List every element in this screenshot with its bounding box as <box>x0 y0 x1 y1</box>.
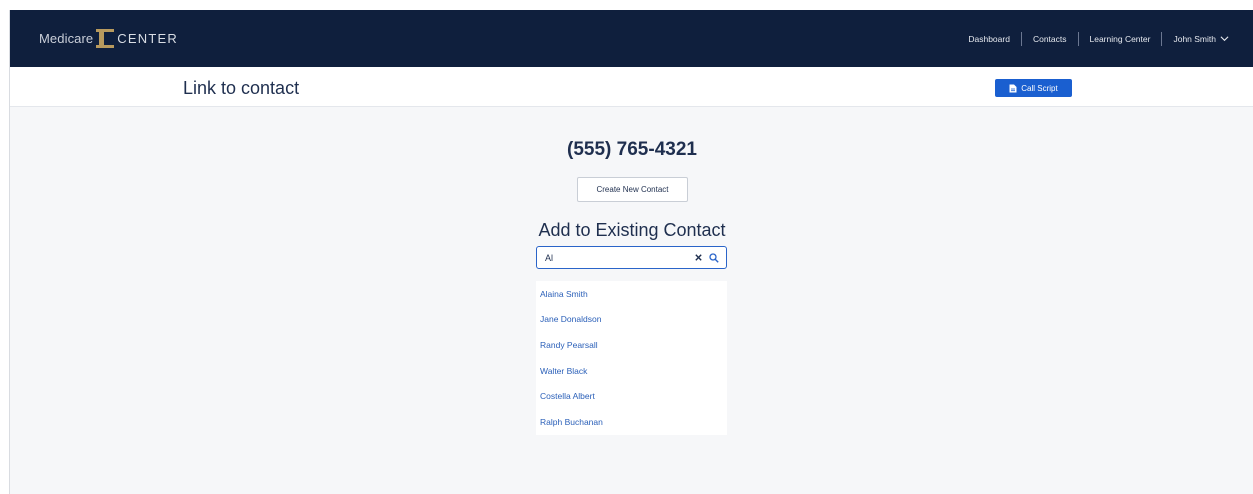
app-frame: Medicare CENTER Dashboard Contacts Learn… <box>9 10 1253 494</box>
chevron-down-icon <box>1220 36 1229 42</box>
user-name: John Smith <box>1173 33 1216 44</box>
search-input[interactable] <box>545 252 692 263</box>
contact-search <box>536 246 727 269</box>
nav-item-learning-center[interactable]: Learning Center <box>1079 34 1162 44</box>
nav-item-contacts[interactable]: Contacts <box>1022 34 1078 44</box>
create-new-contact-button[interactable]: Create New Contact <box>577 177 688 202</box>
brand-word-center: CENTER <box>117 31 178 46</box>
nav-item-dashboard[interactable]: Dashboard <box>957 34 1021 44</box>
result-item[interactable]: Walter Black <box>536 358 727 384</box>
result-item[interactable]: Ralph Buchanan <box>536 409 727 435</box>
close-icon[interactable] <box>692 252 704 264</box>
main-content: (555) 765-4321 Create New Contact Add to… <box>10 107 1253 494</box>
result-item[interactable]: Costella Albert <box>536 383 727 409</box>
search-icon[interactable] <box>708 252 720 264</box>
page-header: Link to contact Call Script <box>10 67 1253 107</box>
brand-logo[interactable]: Medicare CENTER <box>39 29 178 48</box>
result-item[interactable]: Jane Donaldson <box>536 307 727 333</box>
brand-word-medicare: Medicare <box>39 31 94 46</box>
call-script-label: Call Script <box>1021 83 1058 93</box>
call-script-button[interactable]: Call Script <box>995 79 1072 97</box>
existing-contact-heading: Add to Existing Contact <box>538 220 726 240</box>
search-results-list: Alaina Smith Jane Donaldson Randy Pearsa… <box>536 281 727 435</box>
brand-mark-icon <box>96 29 115 48</box>
result-item[interactable]: Alaina Smith <box>536 281 727 307</box>
main-nav: Dashboard Contacts Learning Center John … <box>957 31 1240 46</box>
document-icon <box>1009 84 1017 92</box>
result-item[interactable]: Randy Pearsall <box>536 332 727 358</box>
phone-number: (555) 765-4321 <box>567 139 697 160</box>
user-menu[interactable]: John Smith <box>1162 34 1240 44</box>
page-title: Link to contact <box>183 78 300 98</box>
top-navbar: Medicare CENTER Dashboard Contacts Learn… <box>10 10 1253 67</box>
